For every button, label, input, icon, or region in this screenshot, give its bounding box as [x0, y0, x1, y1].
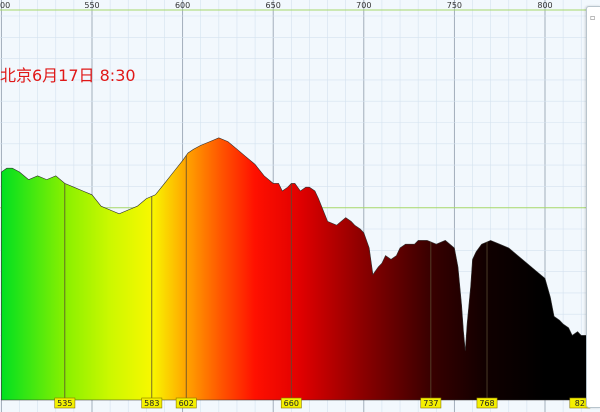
marker-label: 768: [479, 399, 494, 408]
top-tick-label: 800: [537, 1, 552, 10]
spectrum-chart: 550 600 650 700 750 800 00 535 583 602 660 737 768 8…: [0, 0, 600, 412]
marker-label: 602: [179, 399, 194, 408]
top-tick-label: 00: [0, 1, 10, 10]
marker-label: 535: [57, 399, 72, 408]
side-panel[interactable]: ▫: [586, 6, 600, 408]
top-tick-label: 750: [447, 1, 462, 10]
top-axis: 550 600 650 700 750 800 00: [0, 1, 553, 10]
top-tick-label: 600: [175, 1, 190, 10]
marker-label: 660: [284, 399, 299, 408]
marker-label: 583: [144, 399, 159, 408]
chart-annotation: 北京6月17日 8:30: [0, 66, 136, 85]
spectrum-area: [1, 137, 600, 401]
marker-label: 82: [575, 399, 585, 408]
marker-label: 737: [423, 399, 438, 408]
top-tick-label: 650: [266, 1, 281, 10]
side-panel-icon: ▫: [590, 13, 596, 22]
top-tick-label: 550: [84, 1, 99, 10]
top-tick-label: 700: [356, 1, 371, 10]
